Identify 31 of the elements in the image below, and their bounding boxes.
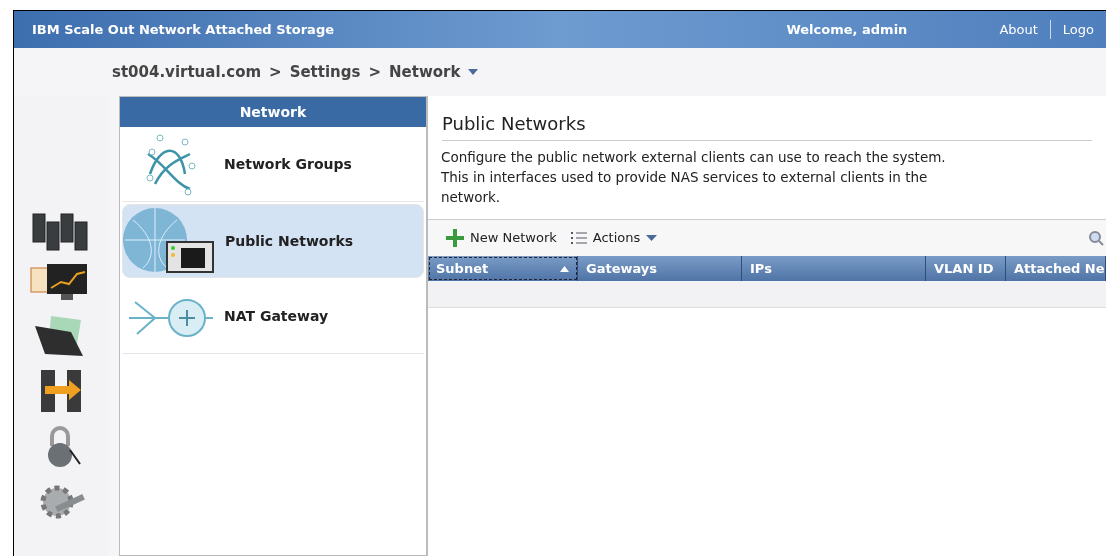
nav-item[interactable]: NAT Gateway <box>122 280 424 354</box>
breadcrumb-separator: > <box>269 61 282 83</box>
header-link[interactable]: Logo <box>1049 19 1106 40</box>
column-header[interactable]: IPs <box>742 256 926 281</box>
panel-header: Network <box>120 97 426 127</box>
column-header[interactable]: VLAN ID <box>926 256 1006 281</box>
column-header[interactable]: Attached Ne <box>1006 256 1106 281</box>
column-header[interactable]: Gateways <box>578 256 742 281</box>
search-icon[interactable] <box>1088 230 1104 246</box>
breadcrumb-link[interactable]: st004.virtual.com <box>112 60 262 84</box>
nav-label: Network Groups <box>224 155 352 174</box>
plus-icon <box>446 229 464 247</box>
column-header[interactable]: Subnet <box>428 256 578 281</box>
nav-label: NAT Gateway <box>224 307 329 326</box>
list-icon <box>570 231 587 245</box>
breadcrumb-link[interactable]: Network <box>389 60 461 84</box>
breadcrumb-link[interactable]: Settings <box>289 60 361 84</box>
welcome-text: Welcome, admin <box>786 20 908 39</box>
page-title: Public Networks <box>442 110 1092 141</box>
actions-menu-button[interactable]: Actions <box>570 228 658 248</box>
new-network-button[interactable]: New Network <box>446 228 557 248</box>
app-title: IBM Scale Out Network Attached Storage <box>32 20 334 39</box>
nav-item[interactable]: Network Groups <box>122 128 424 202</box>
description-text: Configure the public network external clients can use to reach the system. This in interfaces used to provide NAS services to external clients in the network. <box>441 148 947 207</box>
nav-item[interactable]: Public Networks <box>122 204 424 278</box>
caret-icon <box>646 235 658 241</box>
header-link[interactable]: About <box>987 19 1050 40</box>
breadcrumb-separator: > <box>368 61 382 83</box>
caret-icon[interactable] <box>468 69 479 75</box>
nav-label: Public Networks <box>225 231 354 251</box>
sort-ascending-icon <box>560 265 569 272</box>
